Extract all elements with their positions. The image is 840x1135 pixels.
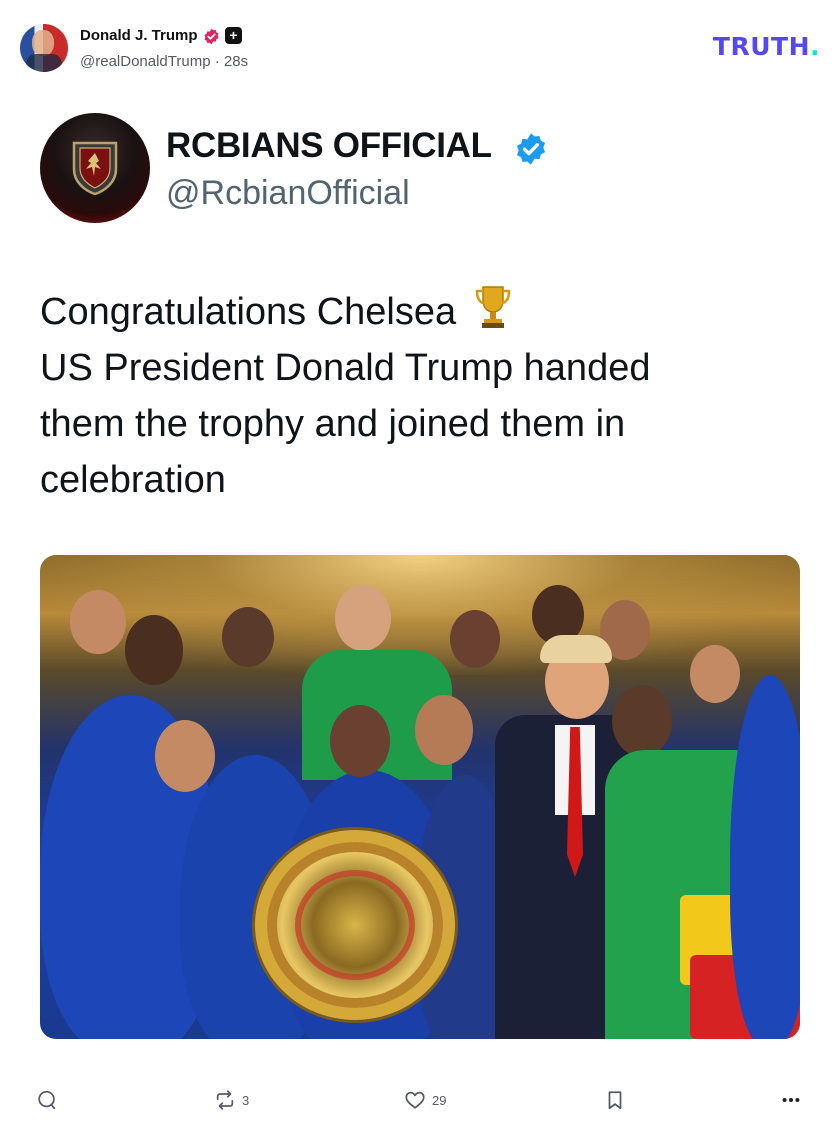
more-options-button[interactable]	[780, 1078, 802, 1122]
bookmark-icon	[608, 1091, 622, 1110]
post-timestamp[interactable]: 28s	[224, 53, 248, 70]
like-button[interactable]: 29	[404, 1078, 446, 1122]
more-icon	[782, 1097, 800, 1103]
tweet-author-handle: @RcbianOfficial	[166, 174, 410, 212]
like-count: 29	[432, 1092, 447, 1108]
retruth-button[interactable]: 3	[214, 1078, 249, 1122]
plus-badge-icon: +	[225, 27, 242, 44]
retruth-icon	[216, 1090, 234, 1110]
truth-logo-dot: .	[810, 32, 820, 61]
verified-icon	[516, 133, 546, 165]
tweet-text: Congratulations Chelsea US President Don…	[40, 284, 760, 508]
like-icon	[405, 1091, 425, 1109]
tweet-text-line-3: them the trophy and joined them in	[40, 403, 626, 445]
trophy-icon	[475, 286, 510, 328]
action-bar: 3 29	[0, 1078, 840, 1122]
reply-button[interactable]	[36, 1078, 64, 1122]
author-avatar[interactable]	[20, 24, 68, 72]
reply-icon	[38, 1090, 56, 1110]
tweet-avatar	[40, 113, 150, 223]
retruth-count: 3	[242, 1092, 250, 1108]
verified-icon	[204, 28, 219, 45]
tweet-text-line-2: US President Donald Trump handed	[40, 347, 651, 389]
bookmark-button[interactable]	[604, 1078, 632, 1122]
crest-icon	[72, 141, 118, 195]
author-handle[interactable]: @realDonaldTrump	[80, 53, 211, 70]
tweet-text-line: Congratulations Chelsea	[40, 284, 760, 340]
truth-logo[interactable]: TRUTH.	[713, 32, 820, 61]
truth-logo-text: TRUTH	[712, 32, 810, 61]
separator: ·	[214, 53, 220, 70]
tweet-text-line-1: Congratulations Chelsea	[40, 291, 457, 333]
tweet-photo[interactable]	[40, 555, 800, 1039]
post-header: Donald J. Trump + @realDonaldTrump · 28s…	[20, 22, 820, 78]
embedded-tweet: RCBIANS OFFICIAL @RcbianOfficial Congrat…	[0, 100, 840, 1050]
author-name[interactable]: Donald J. Trump	[80, 27, 198, 44]
author-handle-line: @realDonaldTrump · 28s	[80, 53, 248, 70]
tweet-text-line-4: celebration	[40, 459, 226, 501]
tweet-author-name: RCBIANS OFFICIAL	[166, 126, 492, 165]
